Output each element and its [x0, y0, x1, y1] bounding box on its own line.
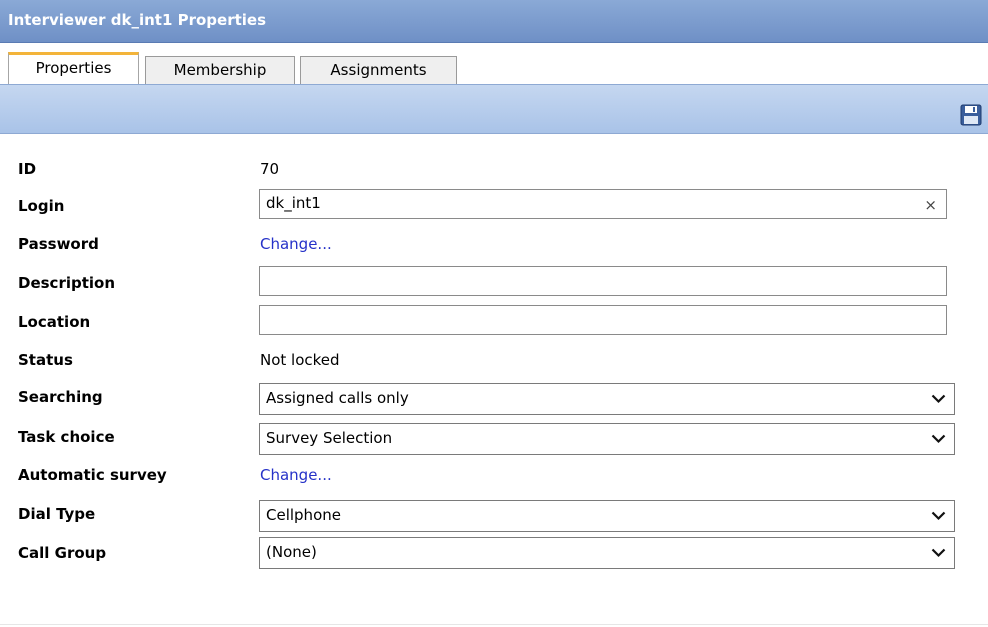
login-input[interactable]: dk_int1 × [259, 189, 947, 219]
description-label: Description [18, 274, 116, 292]
row-id: ID 70 [0, 152, 988, 186]
dial-type-label: Dial Type [18, 505, 96, 523]
chevron-down-icon [931, 511, 946, 521]
row-call-group: Call Group (None) [0, 534, 988, 569]
searching-select[interactable]: Assigned calls only [259, 383, 955, 415]
save-icon[interactable] [960, 104, 982, 126]
chevron-down-icon [931, 394, 946, 404]
row-dial-type: Dial Type Cellphone [0, 497, 988, 532]
location-input[interactable] [259, 305, 947, 335]
automatic-survey-label: Automatic survey [18, 466, 167, 484]
status-value: Not locked [260, 351, 340, 369]
tab-strip: Properties Membership Assignments [0, 52, 988, 84]
tab-membership[interactable]: Membership [145, 56, 295, 84]
login-label: Login [18, 197, 65, 215]
searching-label: Searching [18, 388, 103, 406]
row-login: Login dk_int1 × [0, 186, 988, 220]
row-task-choice: Task choice Survey Selection [0, 420, 988, 455]
password-label: Password [18, 235, 99, 253]
task-choice-select[interactable]: Survey Selection [259, 423, 955, 455]
searching-select-value: Assigned calls only [266, 389, 409, 407]
toolbar [0, 84, 988, 134]
dial-type-select-value: Cellphone [266, 506, 341, 524]
call-group-select-value: (None) [266, 543, 317, 561]
dial-type-select[interactable]: Cellphone [259, 500, 955, 532]
status-label: Status [18, 351, 73, 369]
id-label: ID [18, 160, 37, 178]
row-status: Status Not locked [0, 343, 988, 377]
automatic-survey-change-link[interactable]: Change... [260, 466, 332, 484]
row-password: Password Change... [0, 227, 988, 261]
window-title: Interviewer dk_int1 Properties [8, 11, 267, 29]
row-description: Description [0, 263, 988, 297]
window-titlebar: Interviewer dk_int1 Properties [0, 0, 988, 43]
chevron-down-icon [931, 434, 946, 444]
login-input-value: dk_int1 [266, 194, 321, 212]
clear-icon[interactable]: × [924, 196, 937, 214]
row-automatic-survey: Automatic survey Change... [0, 458, 988, 492]
chevron-down-icon [931, 548, 946, 558]
password-change-link[interactable]: Change... [260, 235, 332, 253]
call-group-select[interactable]: (None) [259, 537, 955, 569]
tab-properties[interactable]: Properties [8, 52, 139, 84]
call-group-label: Call Group [18, 544, 107, 562]
footer-divider [0, 624, 988, 625]
tab-assignments[interactable]: Assignments [300, 56, 457, 84]
task-choice-label: Task choice [18, 428, 115, 446]
row-searching: Searching Assigned calls only [0, 380, 988, 415]
task-choice-select-value: Survey Selection [266, 429, 393, 447]
location-label: Location [18, 313, 91, 331]
id-value: 70 [260, 160, 280, 178]
row-location: Location [0, 302, 988, 336]
description-input[interactable] [259, 266, 947, 296]
